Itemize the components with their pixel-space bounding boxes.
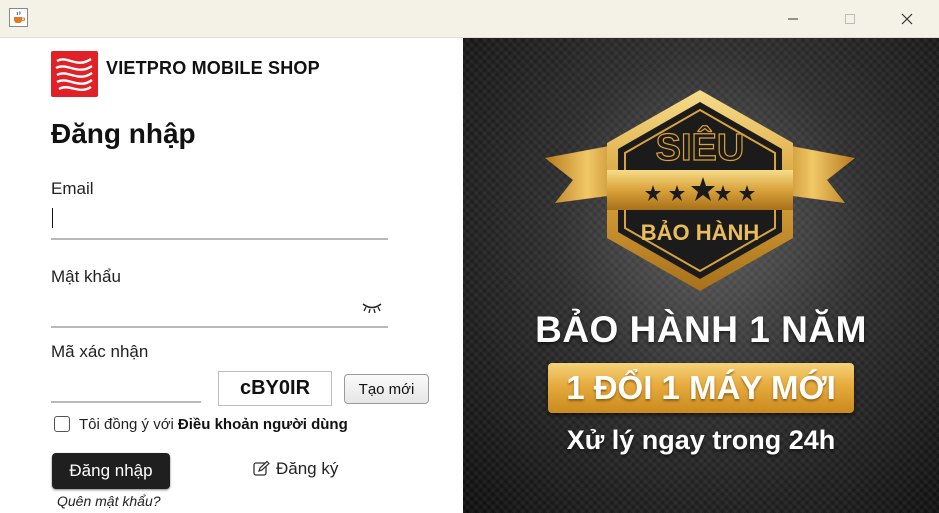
- captcha-code: cBY0IR: [218, 371, 332, 406]
- refresh-captcha-button[interactable]: Tạo mới: [344, 374, 429, 404]
- warranty-badge: SIÊU BẢO HÀNH: [545, 90, 855, 291]
- email-label: Email: [51, 179, 94, 198]
- close-button[interactable]: [878, 0, 936, 37]
- edit-icon: [253, 460, 270, 476]
- close-icon: [901, 13, 913, 24]
- password-label: Mật khẩu: [51, 267, 121, 286]
- banner-offer-pill: 1 ĐỔI 1 MÁY MỚI: [548, 363, 854, 413]
- promo-banner: SIÊU BẢO HÀNH BẢO HÀNH 1 NĂM 1 ĐỔI 1 MÁY…: [463, 38, 939, 513]
- page-title: Đăng nhập: [51, 118, 196, 149]
- minimize-icon: [788, 18, 798, 19]
- hide-password-icon[interactable]: [361, 300, 383, 314]
- register-label: Đăng ký: [276, 459, 339, 478]
- banner-headline: BẢO HÀNH 1 NĂM: [535, 309, 867, 350]
- banner-subline: Xử lý ngay trong 24h: [566, 425, 836, 455]
- window-titlebar: [0, 0, 939, 38]
- banner-offer-text: 1 ĐỔI 1 MÁY MỚI: [566, 369, 836, 406]
- minimize-button[interactable]: [764, 0, 822, 37]
- captcha-field[interactable]: [51, 373, 201, 403]
- email-field[interactable]: [51, 210, 388, 240]
- captcha-label: Mã xác nhận: [51, 342, 149, 361]
- brand-logo-icon: [51, 51, 98, 97]
- agree-text: Tôi đồng ý với Điều khoản người dùng: [79, 416, 348, 433]
- agree-label: Tôi đồng ý với: [79, 416, 174, 433]
- forgot-password-link[interactable]: Quên mật khẩu?: [57, 493, 161, 509]
- badge-bottom-text: BẢO HÀNH: [641, 220, 760, 245]
- terms-link[interactable]: Điều khoản người dùng: [178, 416, 348, 433]
- brand-name: VIETPRO MOBILE SHOP: [106, 58, 320, 78]
- login-panel: VIETPRO MOBILE SHOP Đăng nhập Email Mật …: [0, 38, 463, 513]
- login-button[interactable]: Đăng nhập: [52, 453, 170, 489]
- java-cup-icon[interactable]: [9, 8, 28, 27]
- maximize-icon: [845, 13, 855, 24]
- badge-top-text: SIÊU: [656, 125, 745, 169]
- agree-checkbox[interactable]: [54, 416, 70, 432]
- password-field[interactable]: [51, 298, 388, 328]
- text-caret: [52, 208, 53, 228]
- maximize-button[interactable]: [821, 0, 879, 37]
- register-link[interactable]: Đăng ký: [252, 459, 338, 479]
